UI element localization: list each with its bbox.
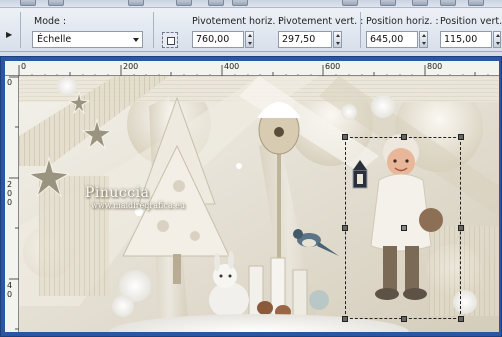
resize-handle-bottom-left[interactable] (342, 316, 348, 322)
position-vertical-label: Position vert. : (440, 16, 502, 27)
resize-handle-bottom-right[interactable] (458, 316, 464, 322)
vertical-ruler: 0 2 0 0 4 0 (5, 76, 19, 332)
pivot-vertical-label: Pivotement vert. : (278, 16, 364, 27)
new-file-icon[interactable] (20, 0, 36, 6)
tool-options-bar: ▶ Mode : Échelle Pivotement horiz. : 760… (0, 8, 502, 52)
deform-selection-box[interactable] (342, 134, 464, 322)
image-window: 0 200 400 600 800 0 2 0 0 4 0 Pinuccia w… (0, 56, 502, 337)
resize-handle-top-left[interactable] (342, 134, 348, 140)
pivot-horizontal-label: Pivotement horiz. : (192, 16, 282, 27)
chevron-down-icon (133, 38, 139, 42)
resize-handle-top[interactable] (401, 134, 407, 140)
ruler-label: 4 (7, 281, 13, 290)
position-horizontal-spinner[interactable] (419, 31, 428, 48)
zoom-in-icon[interactable] (440, 0, 456, 6)
image-canvas[interactable]: Pinuccia www.maidireqrafica.eu (19, 76, 499, 332)
info-icon[interactable] (342, 0, 358, 6)
separator (153, 12, 154, 48)
ruler-label: 0 (7, 189, 13, 198)
ruler-label: 200 (123, 62, 139, 71)
expand-arrow-icon[interactable]: ▶ (6, 30, 12, 39)
watermark-name: Pinuccia (85, 185, 150, 201)
position-vertical-spinner[interactable] (493, 31, 501, 48)
resize-handle-left[interactable] (342, 225, 348, 231)
resize-handle-bottom[interactable] (401, 316, 407, 322)
resize-handle-top-right[interactable] (458, 134, 464, 140)
ruler-label: 800 (427, 62, 443, 71)
horizontal-ruler: 0 200 400 600 800 (5, 61, 499, 76)
redo-icon[interactable] (208, 0, 224, 6)
zoom-out-icon[interactable] (468, 0, 484, 6)
separator (360, 12, 361, 48)
undo-icon[interactable] (176, 0, 192, 6)
save-icon[interactable] (48, 0, 64, 6)
selection-node-icon[interactable] (162, 32, 178, 48)
pivot-point-handle[interactable] (401, 225, 407, 231)
watermark-url: www.maidireqrafica.eu (91, 201, 186, 210)
position-horizontal-label: Position horiz. : (366, 16, 439, 27)
ruler-label: 600 (325, 62, 341, 71)
watermark: Pinuccia www.maidireqrafica.eu (85, 185, 185, 210)
tools-icon[interactable] (412, 0, 428, 6)
print-icon[interactable] (128, 0, 144, 6)
ruler-label: 2 (7, 180, 13, 189)
layers-icon[interactable] (380, 0, 396, 6)
ruler-label: 400 (224, 62, 240, 71)
ruler-label: 0 (7, 290, 13, 299)
ruler-label: 0 (21, 62, 27, 71)
position-vertical-field[interactable]: 115,00 (440, 31, 492, 48)
mode-select-value: Échelle (37, 34, 72, 45)
copy-icon[interactable] (232, 0, 248, 6)
ruler-label: 0 (7, 198, 13, 207)
position-horizontal-field[interactable]: 645,00 (366, 31, 418, 48)
mode-label: Mode : (34, 16, 67, 27)
ruler-label: 0 (7, 78, 13, 87)
separator (20, 12, 21, 48)
pivot-horizontal-field[interactable]: 760,00 (192, 31, 244, 48)
main-toolbar (0, 0, 502, 8)
pivot-vertical-spinner[interactable] (333, 31, 342, 48)
ruler-ticks (18, 65, 489, 76)
pivot-horizontal-spinner[interactable] (245, 31, 254, 48)
pivot-vertical-field[interactable]: 297,50 (278, 31, 332, 48)
resize-handle-right[interactable] (458, 225, 464, 231)
mode-select[interactable]: Échelle (32, 31, 143, 48)
